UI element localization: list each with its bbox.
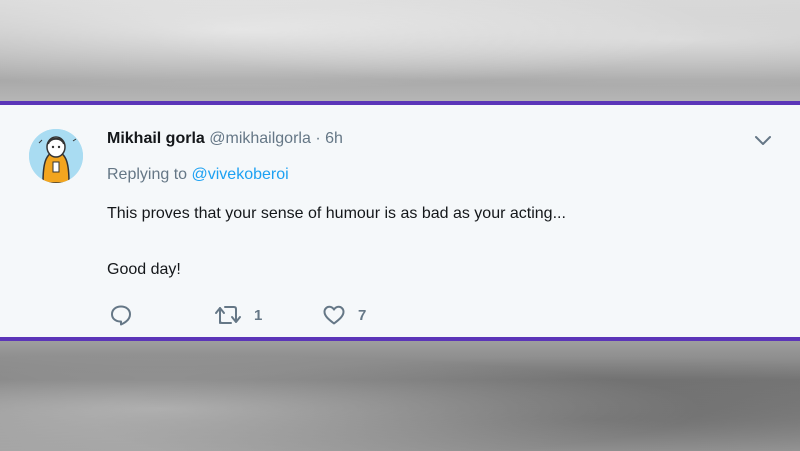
replying-to-link[interactable]: @vivekoberoi: [192, 166, 289, 183]
retweet-button[interactable]: 1: [214, 303, 262, 327]
retweet-icon: [215, 306, 241, 324]
background-bottom: [0, 345, 800, 451]
avatar[interactable]: [29, 129, 83, 183]
tweet-header: Mikhail gorla @mikhailgorla · 6h: [107, 129, 343, 149]
background-top: [0, 0, 800, 100]
like-count: 7: [358, 306, 367, 324]
retweet-count: 1: [254, 306, 263, 324]
chevron-down-icon[interactable]: [752, 133, 774, 149]
tweet-text-line-1: This proves that your sense of humour is…: [107, 205, 566, 222]
like-button[interactable]: 7: [322, 303, 366, 327]
timestamp[interactable]: 6h: [325, 130, 343, 147]
tweet-text-line-2: Good day!: [107, 261, 181, 278]
separator-dot: ·: [315, 130, 321, 147]
heart-icon: [323, 305, 345, 325]
replying-to-line: Replying to @vivekoberoi: [107, 165, 289, 185]
display-name[interactable]: Mikhail gorla: [107, 130, 205, 147]
reply-button[interactable]: [109, 303, 133, 327]
replying-to-label: Replying to: [107, 166, 188, 183]
user-handle[interactable]: @mikhailgorla: [209, 130, 311, 147]
reply-icon: [111, 305, 131, 326]
tweet-card[interactable]: Mikhail gorla @mikhailgorla · 6h Replyin…: [0, 101, 800, 341]
avatar-illustration: [29, 129, 83, 183]
